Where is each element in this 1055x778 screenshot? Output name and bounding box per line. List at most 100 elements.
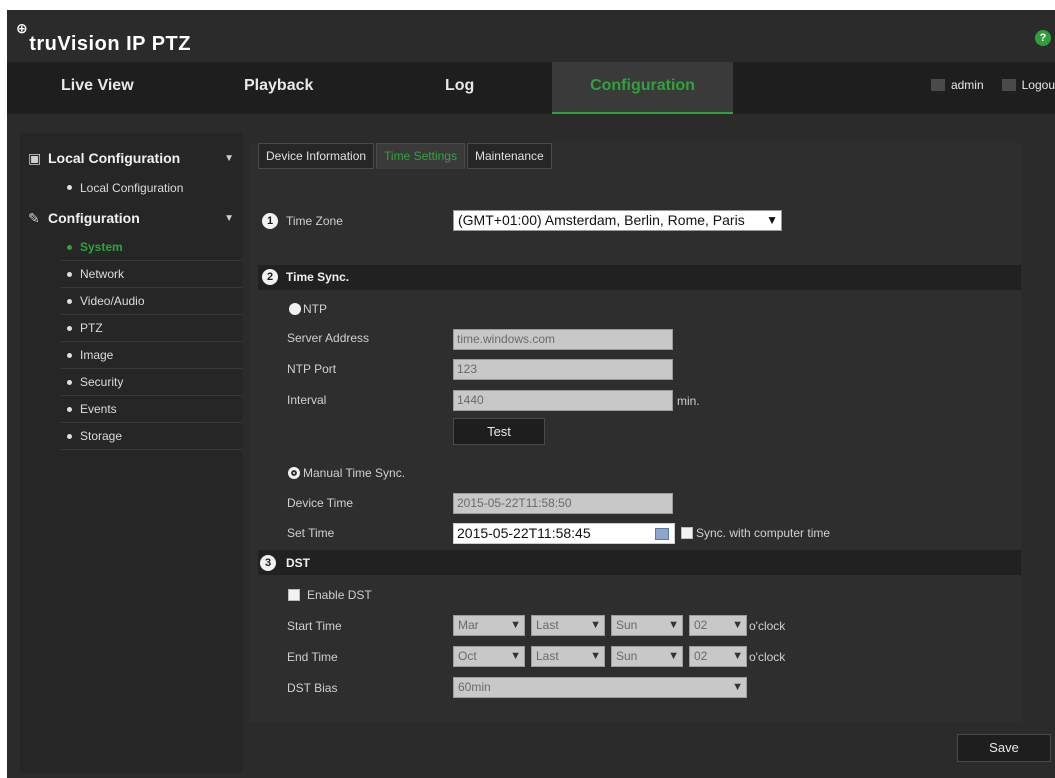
end-week-select[interactable]: Last ▼ (531, 646, 605, 667)
footer-bar (249, 722, 1048, 776)
time-zone-select[interactable]: (GMT+01:00) Amsterdam, Berlin, Rome, Par… (453, 210, 782, 231)
chevron-down-icon: ▼ (590, 619, 601, 631)
end-month-select[interactable]: Oct ▼ (453, 646, 525, 667)
manual-sync-label: Manual Time Sync. (303, 466, 406, 480)
main-nav: Live View Playback Log Configuration adm… (7, 62, 1055, 114)
sidebar: ▣ Local Configuration ▼ Local Configurat… (20, 133, 242, 773)
sidebar-item-label: Image (80, 348, 114, 362)
brand-logo: ⊕ truVision IP PTZ (16, 20, 191, 56)
device-time-label: Device Time (287, 496, 354, 510)
sidebar-item-events[interactable]: Events (61, 396, 242, 423)
sidebar-item-storage[interactable]: Storage (61, 423, 242, 450)
start-week-select[interactable]: Last ▼ (531, 615, 605, 636)
chevron-down-icon: ▼ (668, 650, 679, 662)
section-header-time-sync (258, 265, 1021, 290)
end-day-select[interactable]: Sun ▼ (611, 646, 683, 667)
select-value: Mar (458, 618, 479, 632)
logout-icon[interactable] (1001, 79, 1016, 91)
subtab-maintenance[interactable]: Maintenance (466, 143, 552, 169)
ntp-port-label: NTP Port (287, 362, 337, 376)
tab-configuration[interactable]: Configuration (552, 62, 733, 114)
interval-label: Interval (287, 393, 327, 407)
sidebar-item-label: Video/Audio (80, 294, 145, 308)
interval-input[interactable]: 1440 (453, 390, 673, 411)
bullet-icon (67, 298, 72, 304)
section-title-time-sync: Time Sync. (286, 270, 350, 284)
select-value: Sun (616, 649, 638, 663)
server-address-input[interactable]: time.windows.com (453, 329, 673, 350)
end-hour-select[interactable]: 02 ▼ (689, 646, 747, 667)
username: admin (950, 78, 984, 92)
start-oclock-label: o'clock (749, 619, 786, 633)
sidebar-item-image[interactable]: Image (61, 342, 242, 369)
bullet-icon (67, 244, 72, 250)
calendar-icon[interactable] (655, 528, 669, 540)
chevron-down-icon: ▼ (224, 212, 234, 224)
end-oclock-label: o'clock (749, 650, 786, 664)
manual-sync-radio[interactable] (288, 467, 300, 479)
bullet-icon (67, 352, 72, 358)
start-month-select[interactable]: Mar ▼ (453, 615, 525, 636)
bullet-icon (67, 325, 72, 331)
select-value: 02 (694, 649, 708, 663)
ntp-port-input[interactable]: 123 (453, 359, 673, 380)
step-marker-2: 2 (262, 269, 278, 285)
step-marker-3: 3 (260, 555, 276, 571)
subtab-device-information[interactable]: Device Information (258, 143, 375, 169)
enable-dst-checkbox[interactable] (288, 589, 300, 601)
dst-bias-select[interactable]: 60min ▼ (453, 677, 747, 698)
section-title-dst: DST (286, 556, 310, 570)
save-button[interactable]: Save (957, 734, 1051, 762)
chevron-down-icon: ▼ (732, 650, 743, 662)
dst-bias-label: DST Bias (287, 681, 338, 695)
sidebar-item-security[interactable]: Security (61, 369, 242, 396)
end-time-label: End Time (287, 650, 338, 664)
chevron-down-icon: ▼ (732, 681, 743, 693)
set-time-input[interactable]: 2015-05-22T11:58:45 (453, 523, 675, 544)
select-value: Oct (458, 649, 477, 663)
start-day-select[interactable]: Sun ▼ (611, 615, 683, 636)
sidebar-item-label: PTZ (80, 321, 103, 335)
local-config-icon: ▣ (28, 149, 42, 166)
section-header-dst (258, 550, 1021, 575)
bullet-icon (67, 379, 72, 385)
chevron-down-icon: ▼ (590, 650, 601, 662)
help-icon[interactable]: ? (1035, 30, 1051, 46)
bullet-icon (67, 406, 72, 412)
subtab-time-settings[interactable]: Time Settings (376, 143, 465, 169)
server-address-label: Server Address (287, 331, 370, 345)
sidebar-item-label: System (80, 240, 123, 254)
select-value: 02 (694, 618, 708, 632)
chevron-down-icon: ▼ (510, 619, 521, 631)
wrench-icon: ✎ (28, 209, 40, 226)
sidebar-item-local-configuration[interactable]: Local Configuration (61, 174, 242, 201)
sidebar-item-system[interactable]: System (61, 234, 242, 261)
bullet-icon (67, 185, 72, 190)
sidebar-group-local-configuration[interactable]: ▣ Local Configuration ▼ (20, 143, 242, 173)
sidebar-item-video-audio[interactable]: Video/Audio (61, 288, 242, 315)
tab-playback[interactable]: Playback (244, 62, 313, 114)
user-icon (930, 79, 945, 91)
sidebar-item-label: Events (80, 402, 117, 416)
sync-computer-checkbox[interactable] (681, 527, 693, 539)
sync-computer-label: Sync. with computer time (696, 526, 831, 540)
sidebar-item-network[interactable]: Network (61, 261, 242, 288)
tab-log[interactable]: Log (445, 62, 474, 114)
step-marker-1: 1 (262, 213, 278, 229)
sidebar-group-configuration[interactable]: ✎ Configuration ▼ (20, 203, 242, 233)
sidebar-item-ptz[interactable]: PTZ (61, 315, 242, 342)
tab-live-view[interactable]: Live View (61, 62, 134, 114)
brand-name: truVision IP PTZ (29, 33, 191, 55)
sidebar-item-label: Security (80, 375, 124, 389)
ntp-radio[interactable] (289, 303, 301, 315)
test-button[interactable]: Test (453, 418, 545, 445)
settings-panel: Device Information Time Settings Mainten… (249, 143, 1021, 722)
time-zone-value: (GMT+01:00) Amsterdam, Berlin, Rome, Par… (458, 212, 745, 228)
logout-link[interactable]: Logou (1022, 78, 1055, 92)
select-value: Sun (616, 618, 638, 632)
bullet-icon (67, 271, 72, 277)
user-area: admin Logou (930, 78, 1055, 92)
chevron-down-icon: ▼ (510, 650, 521, 662)
start-hour-select[interactable]: 02 ▼ (689, 615, 747, 636)
ntp-label: NTP (303, 302, 327, 316)
